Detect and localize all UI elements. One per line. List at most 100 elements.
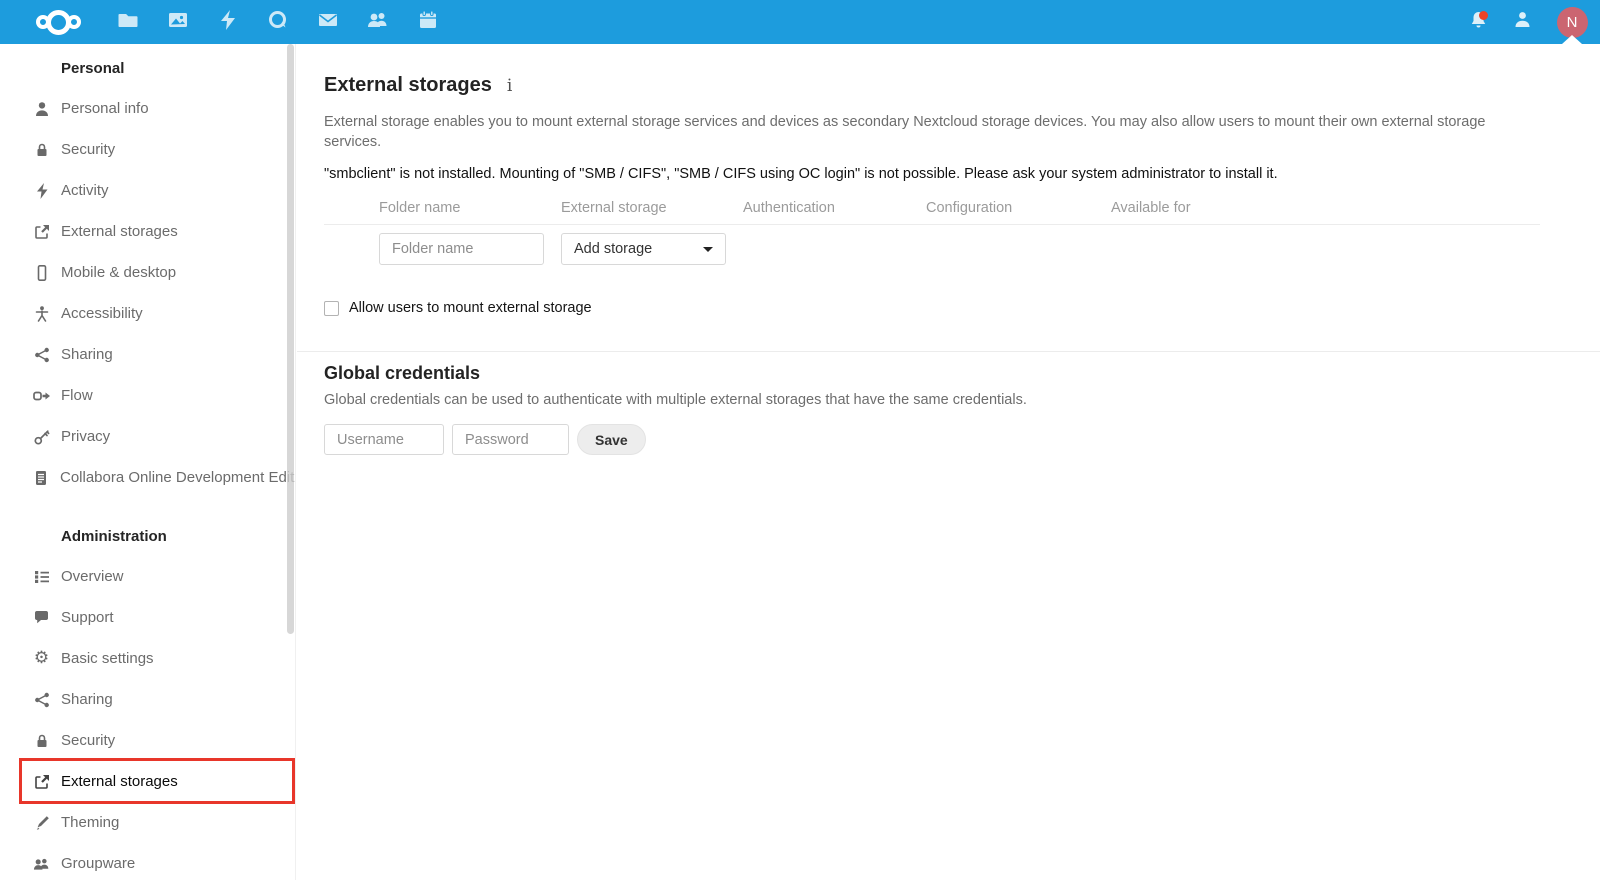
sidebar-item-collabora[interactable]: Collabora Online Development Edit...: [0, 457, 295, 498]
contacts-icon: [367, 10, 389, 35]
sidebar-item-groupware[interactable]: Groupware: [0, 843, 295, 880]
talk-icon: [268, 10, 288, 35]
user-menu-button[interactable]: N: [1544, 0, 1600, 44]
active-menu-pointer: [1562, 35, 1582, 44]
bolt-icon: [33, 182, 50, 199]
sidebar-item-label: Basic settings: [61, 650, 154, 667]
sidebar-item-accessibility[interactable]: Accessibility: [0, 293, 295, 334]
table-header-row: Folder name External storage Authenticat…: [324, 200, 1540, 225]
sidebar-item-sharing-personal[interactable]: Sharing: [0, 334, 295, 375]
sidebar-item-activity[interactable]: Activity: [0, 170, 295, 211]
mail-app-button[interactable]: [303, 0, 353, 44]
photos-app-button[interactable]: [153, 0, 203, 44]
external-storages-table: Folder name External storage Authenticat…: [324, 200, 1540, 273]
column-header-external-storage: External storage: [561, 200, 667, 216]
share-icon: [33, 691, 50, 708]
external-link-icon: [33, 773, 50, 790]
column-header-available-for: Available for: [1111, 200, 1191, 216]
sidebar-item-external-storages-admin[interactable]: External storages: [0, 758, 295, 804]
top-header-bar: N: [0, 0, 1600, 44]
sidebar-item-label: Collabora Online Development Edit...: [60, 469, 296, 486]
username-field[interactable]: [324, 424, 444, 455]
global-credentials-form: Save: [324, 424, 1540, 455]
sidebar-scrollbar[interactable]: [287, 44, 294, 634]
files-app-button[interactable]: [103, 0, 153, 44]
sidebar-item-label: Accessibility: [61, 305, 143, 322]
sidebar-item-label: Support: [61, 609, 114, 626]
accessibility-icon: [33, 305, 50, 322]
activity-icon: [219, 9, 237, 35]
sidebar-item-sharing-admin[interactable]: Sharing: [0, 679, 295, 720]
mail-icon: [318, 10, 338, 35]
sidebar-item-label: Sharing: [61, 346, 113, 363]
sidebar-item-label: Groupware: [61, 855, 136, 872]
sidebar-item-personal-info[interactable]: Personal info: [0, 88, 295, 129]
lock-icon: [33, 141, 50, 158]
sidebar-item-label: Theming: [61, 814, 120, 831]
column-header-authentication: Authentication: [743, 200, 835, 216]
sidebar-item-label: Personal info: [61, 100, 149, 117]
add-storage-select-label: Add storage: [574, 241, 653, 257]
photos-icon: [168, 10, 188, 35]
key-icon: [33, 428, 50, 445]
list-icon: [33, 568, 50, 585]
sidebar-item-support[interactable]: Support: [0, 597, 295, 638]
sidebar-item-theming[interactable]: Theming: [0, 802, 295, 843]
gear-icon: ⚙: [33, 648, 50, 668]
files-icon: [118, 10, 138, 35]
sidebar-section-gap: [0, 498, 295, 516]
lock-icon: [33, 732, 50, 749]
share-icon: [33, 346, 50, 363]
header-right-actions: N: [1456, 0, 1600, 44]
add-storage-select[interactable]: Add storage: [561, 233, 726, 265]
nextcloud-logo[interactable]: [36, 9, 81, 35]
save-button[interactable]: Save: [577, 424, 646, 455]
calendar-app-button[interactable]: [403, 0, 453, 44]
chat-icon: [33, 609, 50, 626]
table-header-spacer: [324, 200, 379, 216]
sidebar-item-label: External storages: [61, 223, 178, 240]
sidebar-item-label: Sharing: [61, 691, 113, 708]
sidebar-item-label: Mobile & desktop: [61, 264, 177, 281]
column-header-folder-name: Folder name: [379, 200, 461, 216]
person-icon: [1514, 11, 1531, 34]
row-spacer: [324, 233, 379, 265]
page-title: External storages i: [324, 74, 1540, 97]
folder-name-input[interactable]: [379, 233, 544, 265]
document-icon: [33, 469, 49, 486]
sidebar-item-label: Security: [61, 732, 116, 749]
smbclient-warning: "smbclient" is not installed. Mounting o…: [324, 166, 1278, 182]
sidebar-item-label: Privacy: [61, 428, 111, 445]
sidebar-item-security-personal[interactable]: Security: [0, 129, 295, 170]
contacts-app-button[interactable]: [353, 0, 403, 44]
talk-app-button[interactable]: [253, 0, 303, 44]
brush-icon: [33, 814, 50, 831]
sidebar-item-flow[interactable]: Flow: [0, 375, 295, 416]
info-icon[interactable]: i: [507, 76, 512, 96]
logo-circle-center: [46, 9, 71, 35]
sidebar-item-external-storages-personal[interactable]: External storages: [0, 211, 295, 252]
avatar: N: [1556, 6, 1588, 38]
sidebar-item-overview[interactable]: Overview: [0, 556, 295, 597]
group-icon: [33, 855, 50, 872]
settings-sidebar: Personal Personal info Security Activity…: [0, 44, 296, 880]
phone-icon: [33, 264, 50, 281]
activity-app-button[interactable]: [203, 0, 253, 44]
contacts-menu-button[interactable]: [1500, 0, 1544, 44]
sidebar-item-security-admin[interactable]: Security: [0, 720, 295, 761]
password-field[interactable]: [452, 424, 569, 455]
flow-icon: [33, 387, 50, 404]
sidebar-item-label: Activity: [61, 182, 109, 199]
column-header-configuration: Configuration: [926, 200, 1013, 216]
sidebar-caption-administration: Administration: [61, 527, 167, 545]
sidebar-item-basic-settings[interactable]: ⚙ Basic settings: [0, 638, 295, 679]
allow-mount-checkbox-row[interactable]: Allow users to mount external storage: [324, 300, 1540, 316]
allow-mount-checkbox[interactable]: [324, 300, 339, 316]
notifications-button[interactable]: [1456, 0, 1500, 44]
sidebar-item-mobile-desktop[interactable]: Mobile & desktop: [0, 252, 295, 293]
sidebar-item-label: Overview: [61, 568, 124, 585]
sidebar-item-label: External storages: [61, 773, 178, 790]
external-storage-description: External storage enables you to mount ex…: [324, 114, 1486, 150]
sidebar-item-privacy[interactable]: Privacy: [0, 416, 295, 457]
global-credentials-description: Global credentials can be used to authen…: [324, 392, 1027, 408]
